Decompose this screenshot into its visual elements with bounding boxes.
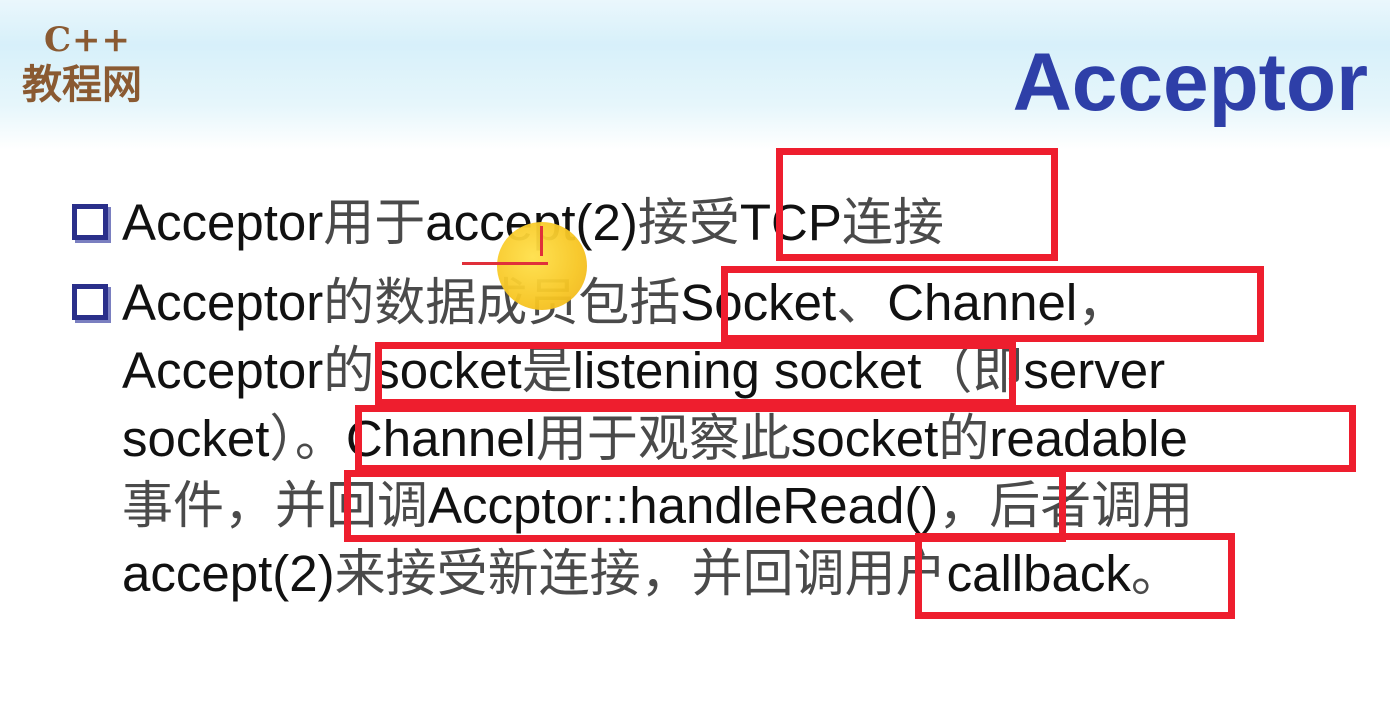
logo-site-name: 教程网 (22, 62, 142, 108)
text-run: readable (989, 410, 1188, 467)
text-run: Acceptor (122, 274, 324, 331)
text-run: 用于 (323, 194, 426, 251)
text-run: Channel (345, 410, 536, 467)
text-run: socket (374, 342, 522, 399)
text-run: 是 (521, 342, 573, 399)
text-run: socket (122, 410, 270, 467)
text-run: 事件，并回调 (122, 477, 429, 534)
text-run: listening socket (572, 342, 922, 399)
text-run: callback (946, 545, 1131, 602)
text-run: ， (1077, 274, 1129, 331)
text-run: Accptor::handleRead() (428, 477, 939, 534)
text-run: server (1023, 342, 1166, 399)
text-run: Acceptor (122, 194, 324, 251)
text-run: Socket (680, 274, 837, 331)
text-run: 。 (1130, 545, 1182, 602)
text-run: 接受 (637, 194, 740, 251)
text-run: socket (790, 410, 939, 467)
slide: C++ 教程网 Acceptor Acceptor用于accept(2)接受TC… (0, 0, 1390, 715)
bullet-checkbox-icon (72, 204, 108, 240)
bullet-2-line-4: 事件，并回调Accptor::handleRead()，后者调用 (122, 471, 1193, 541)
slide-title: Acceptor (1012, 37, 1368, 128)
text-run: accept(2) (122, 545, 335, 602)
pointer-crosshair-h (462, 262, 548, 265)
text-run: TCP (739, 194, 842, 251)
pointer-crosshair-v (540, 226, 543, 256)
bullet-2-line-3: socket）。Channel用于观察此socket的readable (122, 404, 1188, 474)
text-run: Acceptor (122, 342, 324, 399)
text-run: 用于观察此 (535, 410, 791, 467)
site-logo: C++ 教程网 (22, 20, 167, 115)
text-run: 的 (938, 410, 990, 467)
text-run: ，后者调用 (938, 477, 1194, 534)
text-run: 来接受新连接，并回调用户 (334, 545, 947, 602)
text-run: Channel (887, 274, 1078, 331)
bullet-2-line-5: accept(2)来接受新连接，并回调用户callback。 (122, 539, 1182, 609)
bullet-checkbox-icon (72, 284, 108, 320)
text-run: （即 (921, 342, 1024, 399)
text-run: 连接 (841, 194, 944, 251)
text-run: ）。 (269, 410, 346, 467)
text-run: 、 (836, 274, 888, 331)
bullet-2-line-2: Acceptor的socket是listening socket（即server (122, 336, 1165, 406)
logo-cpp-text: C++ (44, 20, 132, 60)
bullet-2-line-1: Acceptor的数据成员包括Socket、Channel， (122, 268, 1128, 338)
text-run: 的 (323, 342, 375, 399)
